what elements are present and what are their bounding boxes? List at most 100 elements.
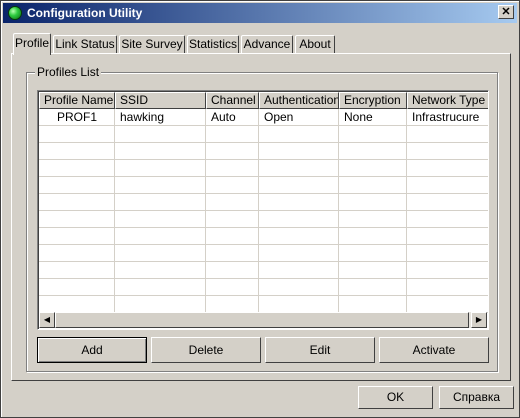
profiles-list-label: Profiles List — [35, 65, 102, 79]
empty-cell — [339, 194, 407, 211]
tab-advance[interactable]: Advance — [241, 35, 293, 53]
empty-cell — [259, 262, 339, 279]
empty-cell — [115, 126, 206, 143]
empty-table-row[interactable] — [39, 228, 488, 245]
empty-cell — [39, 160, 115, 177]
title-bar[interactable]: Configuration Utility ✕ — [3, 3, 517, 23]
empty-cell — [206, 160, 259, 177]
empty-cell — [115, 177, 206, 194]
empty-cell — [39, 245, 115, 262]
empty-cell — [259, 160, 339, 177]
empty-cell — [339, 160, 407, 177]
empty-table-row[interactable] — [39, 126, 488, 143]
empty-cell — [259, 228, 339, 245]
profiles-list-view[interactable]: Profile Name SSID Channel Authentication… — [37, 90, 489, 330]
empty-table-row[interactable] — [39, 296, 488, 313]
empty-cell — [339, 126, 407, 143]
empty-table-row[interactable] — [39, 143, 488, 160]
empty-cell — [407, 194, 488, 211]
empty-cell — [115, 279, 206, 296]
empty-cell — [339, 211, 407, 228]
add-button[interactable]: Add — [37, 337, 147, 363]
empty-cell — [115, 211, 206, 228]
tab-statistics[interactable]: Statistics — [187, 35, 239, 53]
empty-cell — [206, 296, 259, 313]
scrollbar-thumb[interactable] — [55, 312, 469, 328]
empty-cell — [39, 194, 115, 211]
empty-cell — [259, 143, 339, 160]
activate-button[interactable]: Activate — [379, 337, 489, 363]
empty-table-row[interactable] — [39, 279, 488, 296]
cell-ssid: hawking — [115, 109, 206, 126]
empty-table-row[interactable] — [39, 211, 488, 228]
empty-cell — [259, 194, 339, 211]
empty-cell — [407, 228, 488, 245]
empty-cell — [259, 279, 339, 296]
empty-cell — [339, 177, 407, 194]
empty-cell — [115, 296, 206, 313]
cell-profile-name: PROF1 — [39, 109, 115, 126]
help-button[interactable]: Справка — [439, 386, 514, 409]
empty-cell — [115, 160, 206, 177]
column-header-channel[interactable]: Channel — [206, 92, 259, 109]
profiles-list-group: Profiles List Profile Name SSID Channel … — [26, 65, 498, 372]
empty-cell — [206, 211, 259, 228]
tab-about[interactable]: About — [295, 35, 335, 53]
delete-button[interactable]: Delete — [151, 337, 261, 363]
empty-cell — [259, 245, 339, 262]
empty-cell — [206, 245, 259, 262]
empty-table-row[interactable] — [39, 194, 488, 211]
arrow-right-icon[interactable]: ▶ — [471, 312, 487, 328]
empty-cell — [339, 245, 407, 262]
empty-cell — [115, 143, 206, 160]
empty-cell — [206, 262, 259, 279]
empty-cell — [339, 279, 407, 296]
empty-cell — [115, 194, 206, 211]
column-header-encryption[interactable]: Encryption — [339, 92, 407, 109]
empty-cell — [39, 126, 115, 143]
empty-cell — [339, 228, 407, 245]
empty-cell — [206, 228, 259, 245]
empty-table-row[interactable] — [39, 262, 488, 279]
empty-cell — [206, 143, 259, 160]
column-header-network-type[interactable]: Network Type — [407, 92, 488, 109]
tab-profile[interactable]: Profile — [13, 33, 51, 55]
empty-cell — [206, 126, 259, 143]
empty-cell — [115, 262, 206, 279]
empty-table-row[interactable] — [39, 245, 488, 262]
empty-cell — [39, 262, 115, 279]
edit-button[interactable]: Edit — [265, 337, 375, 363]
arrow-left-icon[interactable]: ◀ — [39, 312, 55, 328]
empty-cell — [407, 262, 488, 279]
green-orb-icon — [8, 6, 22, 20]
empty-cell — [39, 211, 115, 228]
profile-tab-panel: Profiles List Profile Name SSID Channel … — [11, 53, 511, 381]
tab-site-survey[interactable]: Site Survey — [119, 35, 185, 53]
empty-cell — [206, 177, 259, 194]
horizontal-scrollbar[interactable]: ◀ ▶ — [39, 312, 487, 328]
empty-table-row[interactable] — [39, 177, 488, 194]
list-rows: PROF1 hawking Auto Open None Infrastrucu… — [39, 109, 488, 313]
empty-cell — [407, 126, 488, 143]
empty-cell — [259, 211, 339, 228]
empty-cell — [115, 228, 206, 245]
empty-table-row[interactable] — [39, 160, 488, 177]
tab-link-status[interactable]: Link Status — [53, 35, 117, 53]
empty-cell — [339, 296, 407, 313]
empty-cell — [407, 177, 488, 194]
column-header-profile-name[interactable]: Profile Name — [39, 92, 115, 109]
empty-cell — [39, 143, 115, 160]
ok-button[interactable]: OK — [358, 386, 433, 409]
empty-cell — [206, 279, 259, 296]
cell-authentication: Open — [259, 109, 339, 126]
empty-cell — [259, 296, 339, 313]
column-header-authentication[interactable]: Authentication — [259, 92, 339, 109]
close-icon[interactable]: ✕ — [498, 5, 514, 19]
empty-cell — [407, 160, 488, 177]
empty-cell — [39, 228, 115, 245]
table-row[interactable]: PROF1 hawking Auto Open None Infrastrucu… — [39, 109, 488, 126]
configuration-utility-window: Configuration Utility ✕ Profile Link Sta… — [0, 0, 520, 418]
empty-cell — [259, 177, 339, 194]
column-header-ssid[interactable]: SSID — [115, 92, 206, 109]
empty-cell — [39, 296, 115, 313]
